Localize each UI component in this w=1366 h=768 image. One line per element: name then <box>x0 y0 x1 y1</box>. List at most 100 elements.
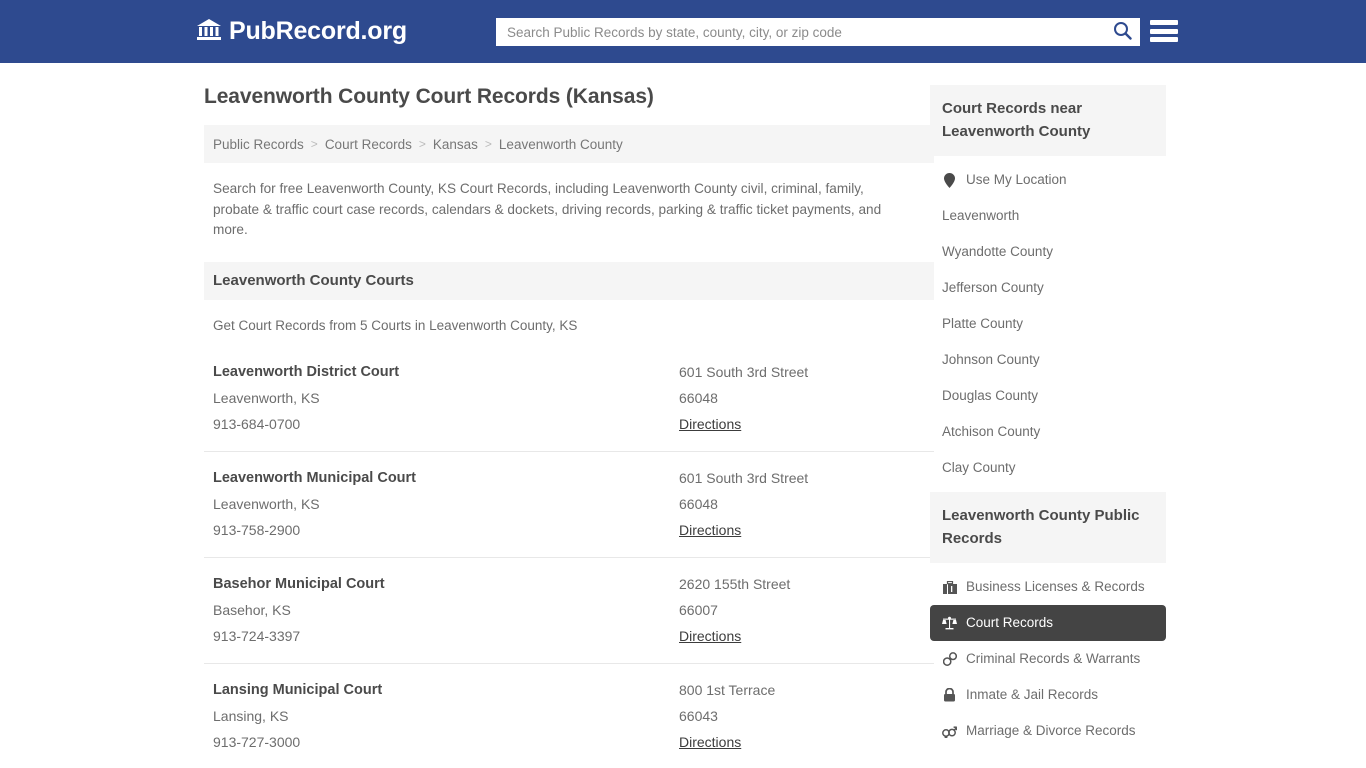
gender-symbols-icon <box>942 724 957 739</box>
directions-link[interactable]: Directions <box>679 623 741 649</box>
court-phone: 913-684-0700 <box>213 415 301 432</box>
court-phone: 913-758-2900 <box>213 521 301 538</box>
court-info-left: Lansing Municipal Court Lansing, KS 913-… <box>213 677 679 755</box>
breadcrumb-item-2[interactable]: Kansas <box>433 137 478 152</box>
court-list-item: Leavenworth District Court Leavenworth, … <box>204 346 934 452</box>
sidebar-item-court-records[interactable]: Court Records <box>930 605 1166 641</box>
court-zip: 66043 <box>679 707 718 724</box>
sidebar-item-atchison-county[interactable]: Atchison County <box>930 414 1166 450</box>
sidebar-item-inmate-jail-records[interactable]: Inmate & Jail Records <box>930 677 1166 713</box>
sidebar-item-wyandotte-county[interactable]: Wyandotte County <box>930 234 1166 270</box>
sidebar-item-johnson-county[interactable]: Johnson County <box>930 342 1166 378</box>
sidebar-public-records-list: Business Licenses & Records Court Record… <box>930 569 1166 749</box>
court-info-right: 800 1st Terrace 66043 Directions <box>679 677 929 755</box>
court-phone: 913-724-3397 <box>213 627 301 644</box>
balance-scale-icon <box>942 616 957 631</box>
court-zip: 66048 <box>679 389 718 406</box>
breadcrumb-item-0[interactable]: Public Records <box>213 137 304 152</box>
court-street: 2620 155th Street <box>679 575 791 592</box>
courts-section-header: Leavenworth County Courts <box>204 261 934 300</box>
sidebar-item-label: Use My Location <box>966 172 1067 187</box>
court-name: Leavenworth District Court <box>213 363 400 380</box>
court-list: Leavenworth District Court Leavenworth, … <box>204 346 934 768</box>
sidebar-item-leavenworth[interactable]: Leavenworth <box>930 198 1166 234</box>
courthouse-bank-icon <box>196 17 222 46</box>
sidebar-public-records-section: Leavenworth County Public Records Busine… <box>930 492 1166 749</box>
court-list-item: Lansing Municipal Court Lansing, KS 913-… <box>204 664 934 768</box>
sidebar-item-label: Platte County <box>942 316 1024 331</box>
site-logo-text: PubRecord.org <box>229 17 407 45</box>
site-logo[interactable]: PubRecord.org <box>196 17 407 46</box>
sidebar-item-label: Leavenworth <box>942 208 1020 223</box>
sidebar-item-clay-county[interactable]: Clay County <box>930 450 1166 486</box>
court-zip: 66048 <box>679 495 718 512</box>
site-header: PubRecord.org <box>0 0 1366 63</box>
court-street: 800 1st Terrace <box>679 681 776 698</box>
breadcrumb-item-1[interactable]: Court Records <box>325 137 412 152</box>
court-name: Leavenworth Municipal Court <box>213 469 417 486</box>
breadcrumb-separator: > <box>310 137 318 151</box>
court-city: Leavenworth, KS <box>213 495 320 512</box>
sidebar-item-label: Atchison County <box>942 424 1041 439</box>
hamburger-menu-icon[interactable] <box>1150 18 1178 44</box>
court-phone: 913-727-3000 <box>213 733 301 750</box>
map-pin-icon <box>942 172 957 188</box>
courts-section-subtitle: Get Court Records from 5 Courts in Leave… <box>213 317 578 333</box>
court-name: Lansing Municipal Court <box>213 681 383 698</box>
sidebar-item-label: Inmate & Jail Records <box>966 687 1099 702</box>
search-icon <box>1113 21 1132 43</box>
court-info-right: 2620 155th Street 66007 Directions <box>679 571 929 649</box>
sidebar-item-label: Douglas County <box>942 388 1039 403</box>
court-info-left: Basehor Municipal Court Basehor, KS 913-… <box>213 571 679 649</box>
search-button[interactable] <box>1105 19 1139 45</box>
page-title: Leavenworth County Court Records (Kansas… <box>204 85 654 108</box>
breadcrumb-separator: > <box>418 137 426 151</box>
sidebar-public-records-header: Leavenworth County Public Records <box>930 492 1166 563</box>
page-description: Search for free Leavenworth County, KS C… <box>213 181 882 237</box>
court-city: Basehor, KS <box>213 601 291 618</box>
sidebar-item-marriage-divorce-records[interactable]: Marriage & Divorce Records <box>930 713 1166 749</box>
sidebar-item-label: Business Licenses & Records <box>966 579 1145 594</box>
court-city: Lansing, KS <box>213 707 289 724</box>
directions-link[interactable]: Directions <box>679 411 741 437</box>
sidebar-nearby-section: Court Records near Leavenworth County Us… <box>930 85 1166 486</box>
sidebar-item-label: Jefferson County <box>942 280 1044 295</box>
page-body: Leavenworth County Court Records (Kansas… <box>0 63 1366 768</box>
main-content: Leavenworth County Court Records (Kansas… <box>204 85 934 768</box>
court-info-right: 601 South 3rd Street 66048 Directions <box>679 359 929 437</box>
breadcrumb-separator: > <box>484 137 492 151</box>
directions-link[interactable]: Directions <box>679 729 741 755</box>
sidebar-item-business-licenses[interactable]: Business Licenses & Records <box>930 569 1166 605</box>
court-name: Basehor Municipal Court <box>213 575 385 592</box>
breadcrumb: Public Records > Court Records > Kansas … <box>204 125 934 163</box>
sidebar-item-use-my-location[interactable]: Use My Location <box>930 162 1166 198</box>
court-info-left: Leavenworth District Court Leavenworth, … <box>213 359 679 437</box>
sidebar: Court Records near Leavenworth County Us… <box>930 85 1166 768</box>
court-info-left: Leavenworth Municipal Court Leavenworth,… <box>213 465 679 543</box>
sidebar-item-label: Wyandotte County <box>942 244 1053 259</box>
sidebar-item-douglas-county[interactable]: Douglas County <box>930 378 1166 414</box>
sidebar-nearby-list: Use My Location Leavenworth Wyandotte Co… <box>930 162 1166 486</box>
sidebar-item-jefferson-county[interactable]: Jefferson County <box>930 270 1166 306</box>
sidebar-item-label: Clay County <box>942 460 1016 475</box>
sidebar-item-platte-county[interactable]: Platte County <box>930 306 1166 342</box>
handcuffs-icon <box>942 652 957 667</box>
sidebar-item-criminal-records[interactable]: Criminal Records & Warrants <box>930 641 1166 677</box>
search-input[interactable] <box>497 19 1105 45</box>
sidebar-item-label: Marriage & Divorce Records <box>966 723 1136 738</box>
lock-icon <box>942 688 957 703</box>
court-zip: 66007 <box>679 601 718 618</box>
court-city: Leavenworth, KS <box>213 389 320 406</box>
court-list-item: Basehor Municipal Court Basehor, KS 913-… <box>204 558 934 664</box>
court-street: 601 South 3rd Street <box>679 469 809 486</box>
court-street: 601 South 3rd Street <box>679 363 809 380</box>
directions-link[interactable]: Directions <box>679 517 741 543</box>
sidebar-item-label: Johnson County <box>942 352 1040 367</box>
court-info-right: 601 South 3rd Street 66048 Directions <box>679 465 929 543</box>
search-bar <box>496 18 1140 46</box>
briefcase-icon <box>942 580 957 595</box>
breadcrumb-item-3[interactable]: Leavenworth County <box>499 137 623 152</box>
sidebar-item-label: Court Records <box>966 615 1054 630</box>
sidebar-item-label: Criminal Records & Warrants <box>966 651 1141 666</box>
court-list-item: Leavenworth Municipal Court Leavenworth,… <box>204 452 934 558</box>
